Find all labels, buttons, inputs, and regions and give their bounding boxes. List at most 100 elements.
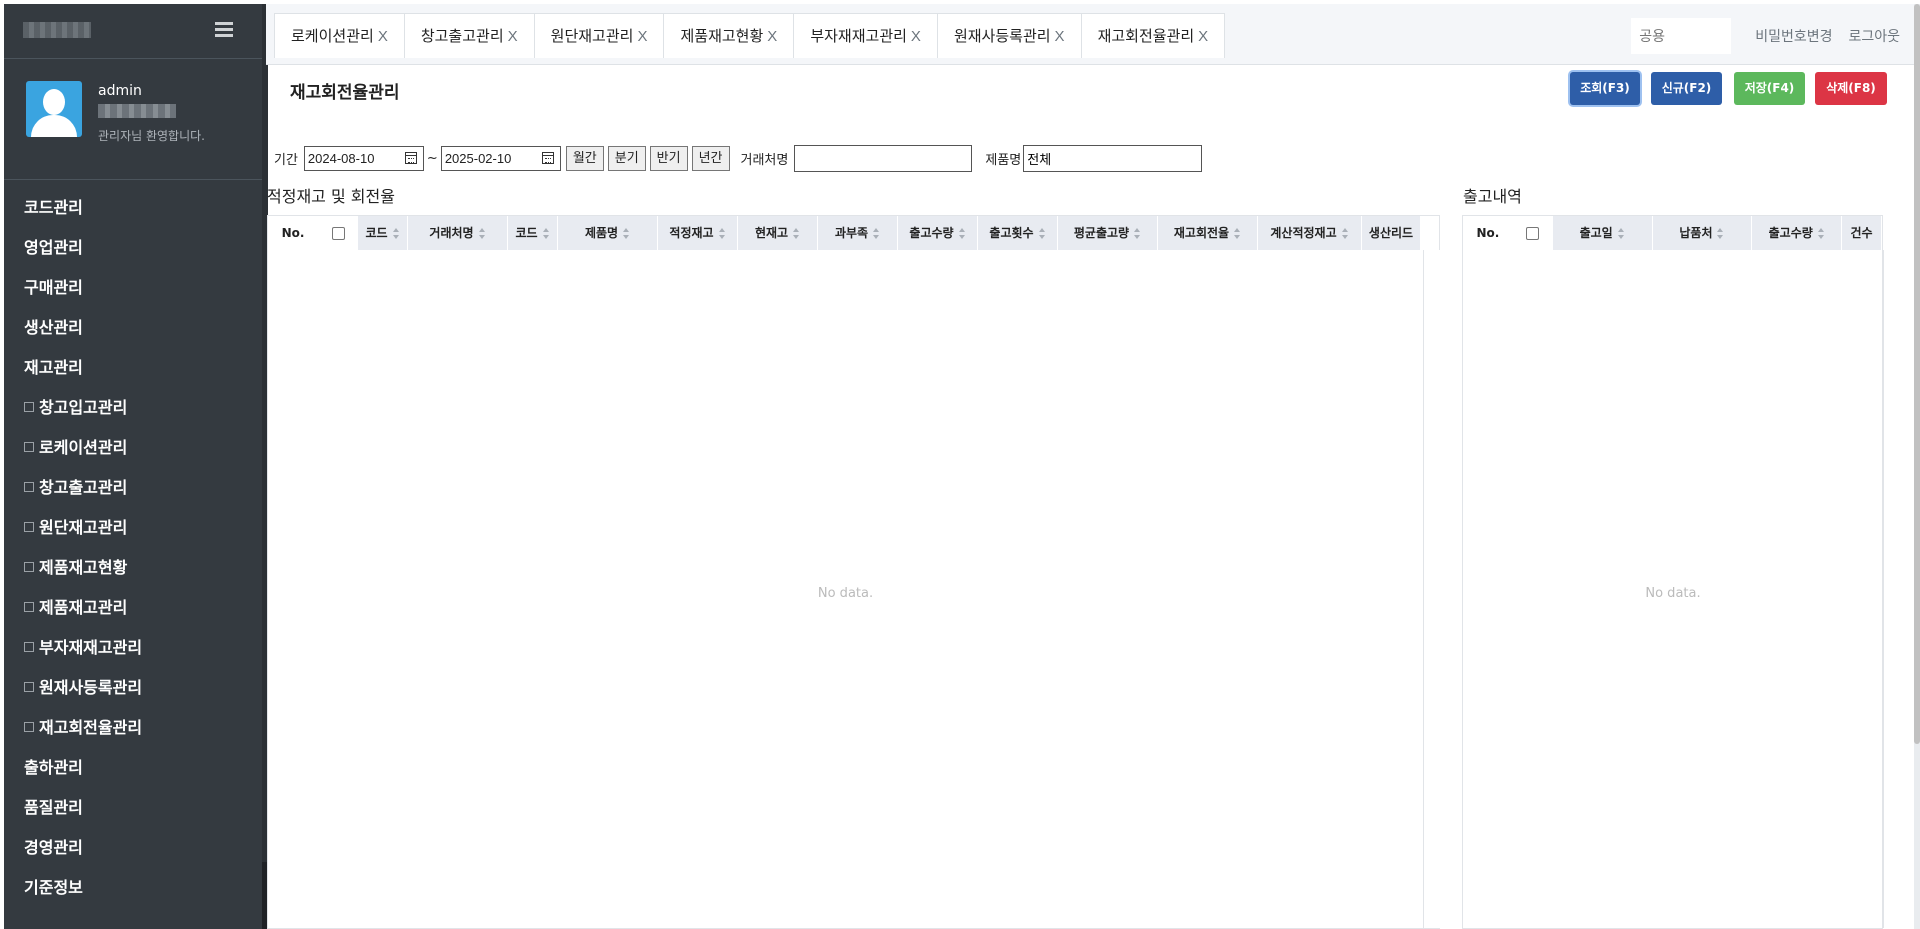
sort-icon[interactable] (793, 228, 800, 239)
column-header[interactable]: 출고일 (1552, 216, 1653, 250)
submenu-icon (24, 681, 34, 692)
date-separator: ~ (426, 151, 438, 166)
select-all-checkbox[interactable] (331, 227, 345, 240)
sort-icon[interactable] (1134, 228, 1141, 239)
column-header[interactable]: 재고회전율 (1158, 216, 1258, 250)
sort-icon[interactable] (1038, 228, 1046, 239)
sidebar-item-8[interactable]: 원단재고관리 (4, 508, 262, 548)
sort-icon[interactable] (1817, 228, 1825, 239)
client-input[interactable] (794, 145, 973, 172)
sort-icon[interactable] (1234, 228, 1241, 239)
tab-close-icon[interactable]: X (637, 28, 647, 45)
delete-button[interactable]: 삭제(F8) (1815, 72, 1887, 105)
sidebar-item-16[interactable]: 경영관리 (4, 828, 262, 868)
sidebar-item-12[interactable]: 원재사등록관리 (4, 668, 262, 708)
column-header[interactable]: 코드 (508, 216, 558, 250)
tab-close-icon[interactable]: X (1198, 28, 1208, 45)
sidebar-item-7[interactable]: 창고출고관리 (4, 468, 262, 508)
column-header[interactable]: 제품명 (558, 216, 658, 250)
sidebar-item-14[interactable]: 출하관리 (4, 748, 262, 788)
tab-5[interactable]: 원재사등록관리 X (936, 13, 1082, 58)
sidebar-item-label: 로케이션관리 (39, 438, 128, 457)
sidebar-item-10[interactable]: 제품재고관리 (4, 588, 262, 628)
brand-logo (23, 22, 91, 38)
date-to-field[interactable]: 2025-02-10 (440, 146, 561, 171)
column-header[interactable]: No. (268, 216, 318, 250)
sidebar-item-17[interactable]: 기준정보 (4, 868, 262, 908)
sidebar-item-label: 재고회전율관리 (39, 718, 143, 737)
menu-toggle-icon[interactable] (215, 22, 233, 38)
sidebar-item-2[interactable]: 구매관리 (4, 268, 262, 308)
column-header[interactable]: No. (1463, 216, 1513, 250)
column-header[interactable]: 생산리드 (1362, 216, 1421, 250)
search-button[interactable]: 조회(F3) (1570, 72, 1640, 105)
sort-icon[interactable] (478, 228, 486, 239)
sidebar-item-13[interactable]: 재고회전율관리 (4, 708, 262, 748)
top-search-input[interactable] (1631, 18, 1732, 54)
tab-label: 로케이션관리 (291, 27, 374, 45)
sort-icon[interactable] (623, 228, 630, 239)
calendar-icon[interactable] (541, 152, 554, 164)
tab-2[interactable]: 원단재고관리 X (533, 13, 665, 58)
sort-icon[interactable] (1341, 228, 1349, 239)
grid-scrollbar[interactable] (1423, 250, 1440, 928)
sidebar-item-9[interactable]: 제품재고현황 (4, 548, 262, 588)
sort-icon[interactable] (1617, 228, 1625, 239)
column-header[interactable]: 과부족 (818, 216, 898, 250)
column-header[interactable]: 건수 (1842, 216, 1882, 250)
sort-icon[interactable] (1717, 228, 1724, 239)
sidebar-item-15[interactable]: 품질관리 (4, 788, 262, 828)
sidebar-item-label: 영업관리 (24, 238, 83, 257)
tab-close-icon[interactable]: X (508, 28, 518, 45)
period-button-0[interactable]: 월간 (565, 146, 604, 171)
logout-link[interactable]: 로그아웃 (1848, 26, 1900, 46)
tab-4[interactable]: 부자재재고관리 X (793, 13, 938, 58)
column-header[interactable]: 출고횟수 (978, 216, 1058, 250)
sort-icon[interactable] (873, 228, 880, 239)
product-input[interactable] (1023, 145, 1203, 172)
date-from-field[interactable]: 2024-08-10 (303, 146, 424, 171)
new-button[interactable]: 신규(F2) (1651, 72, 1722, 105)
tab-1[interactable]: 창고출고관리 X (403, 13, 535, 58)
sort-icon[interactable] (392, 228, 400, 239)
tab-0[interactable]: 로케이션관리 X (274, 13, 405, 58)
sidebar-item-11[interactable]: 부자재재고관리 (4, 628, 262, 668)
column-header[interactable]: 현재고 (738, 216, 818, 250)
column-header[interactable]: 거래처명 (408, 216, 508, 250)
tab-3[interactable]: 제품재고현황 X (663, 13, 795, 58)
column-header[interactable]: 납품처 (1652, 216, 1753, 250)
select-all-checkbox[interactable] (1526, 227, 1540, 240)
change-password-link[interactable]: 비밀번호변경 (1755, 26, 1832, 46)
calendar-icon[interactable] (404, 152, 417, 164)
column-header[interactable]: 출고수량 (1752, 216, 1843, 250)
sidebar-item-1[interactable]: 영업관리 (4, 228, 262, 268)
grid-scrollbar[interactable] (1883, 250, 1900, 928)
sidebar-item-5[interactable]: 창고입고관리 (4, 388, 262, 428)
page-scrollbar[interactable] (1914, 4, 1920, 929)
column-header-label: No. (1476, 226, 1500, 240)
tab-close-icon[interactable]: X (378, 28, 388, 45)
column-header[interactable]: 계산적정재고 (1258, 216, 1362, 250)
period-button-group: 월간 분기 반기 년간 (562, 146, 730, 171)
period-button-2[interactable]: 반기 (649, 146, 688, 171)
tab-6[interactable]: 재고회전율관리 X (1080, 13, 1226, 58)
period-button-1[interactable]: 분기 (607, 146, 646, 171)
sort-icon[interactable] (958, 228, 966, 239)
column-header[interactable]: 평균출고량 (1058, 216, 1158, 250)
column-header[interactable] (318, 216, 358, 250)
period-button-3[interactable]: 년간 (691, 146, 730, 171)
save-button[interactable]: 저장(F4) (1734, 72, 1805, 105)
tab-close-icon[interactable]: X (911, 28, 921, 45)
tab-close-icon[interactable]: X (1055, 28, 1065, 45)
column-header[interactable] (1513, 216, 1553, 250)
sort-icon[interactable] (718, 228, 726, 239)
sidebar-item-4[interactable]: 재고관리 (4, 348, 262, 388)
column-header[interactable]: 코드 (358, 216, 408, 250)
sort-icon[interactable] (542, 228, 550, 239)
sidebar-item-0[interactable]: 코드관리 (4, 188, 262, 228)
sidebar-item-6[interactable]: 로케이션관리 (4, 428, 262, 468)
column-header[interactable]: 적정재고 (658, 216, 738, 250)
tab-close-icon[interactable]: X (767, 28, 777, 45)
column-header[interactable]: 출고수량 (898, 216, 978, 250)
sidebar-item-3[interactable]: 생산관리 (4, 308, 262, 348)
